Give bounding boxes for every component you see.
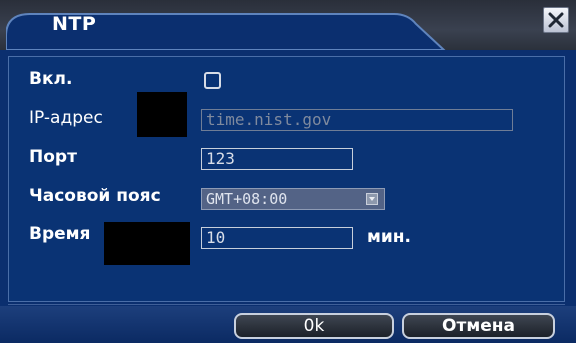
timezone-label: Часовой пояс: [29, 186, 161, 206]
time-label: Время: [29, 224, 91, 244]
redacted-block-2: [104, 222, 190, 265]
settings-panel: Вкл. IP-адрес time.nist.gov Порт 123 Час…: [8, 56, 565, 302]
button-bar: 0k Отмена: [0, 306, 576, 343]
port-label: Порт: [29, 147, 77, 167]
time-interval-field[interactable]: 10: [201, 227, 353, 249]
chevron-down-icon[interactable]: [366, 193, 378, 205]
ip-address-field[interactable]: time.nist.gov: [201, 109, 513, 131]
timezone-value: GMT+08:00: [206, 190, 288, 208]
footer-divider: [8, 304, 565, 305]
close-button[interactable]: [543, 7, 569, 33]
close-icon: [548, 12, 564, 28]
ip-address-label: IP-адрес: [29, 108, 103, 128]
ntp-dialog: NTP Вкл. IP-адрес time.nist.gov Порт 123…: [0, 0, 576, 343]
title-bar: NTP: [0, 0, 576, 50]
port-field[interactable]: 123: [201, 148, 353, 170]
enable-label: Вкл.: [29, 69, 73, 89]
timezone-select[interactable]: GMT+08:00: [201, 188, 385, 210]
cancel-button[interactable]: Отмена: [402, 313, 555, 339]
ok-button[interactable]: 0k: [234, 313, 394, 339]
window-title: NTP: [52, 13, 97, 35]
enable-checkbox[interactable]: [204, 72, 221, 89]
redacted-block: [137, 92, 187, 137]
time-unit-label: мин.: [367, 227, 412, 247]
dialog-body: Вкл. IP-адрес time.nist.gov Порт 123 Час…: [0, 50, 576, 343]
